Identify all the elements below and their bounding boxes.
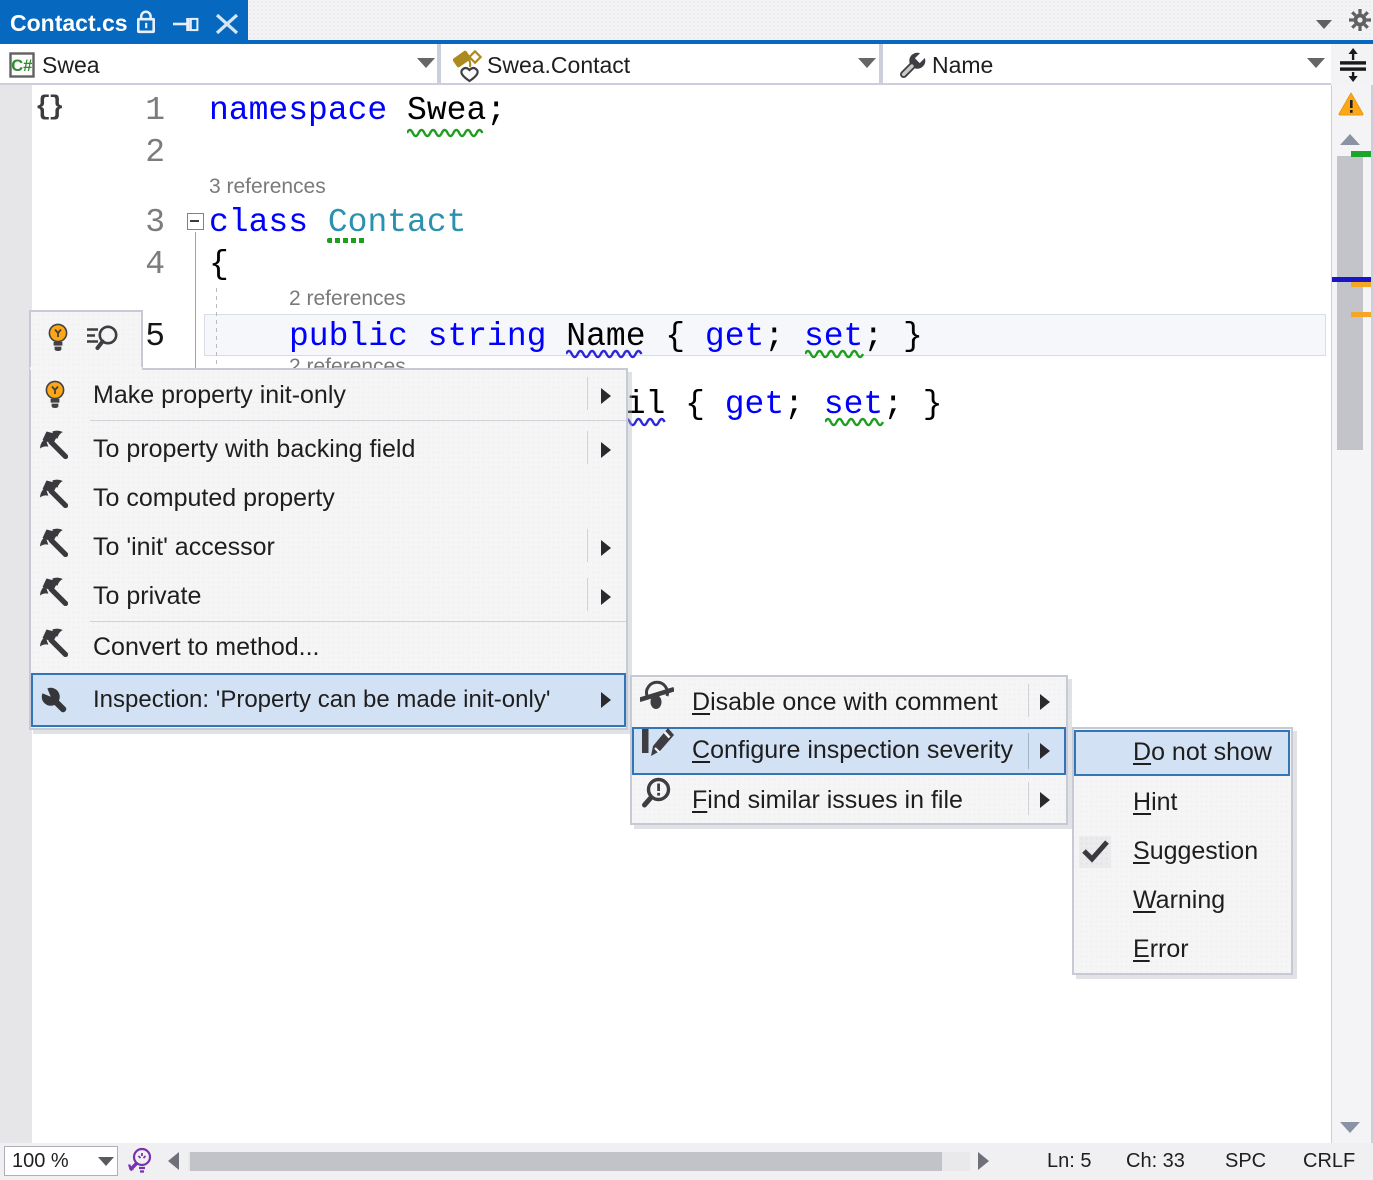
svg-text:C#: C# (11, 57, 32, 75)
